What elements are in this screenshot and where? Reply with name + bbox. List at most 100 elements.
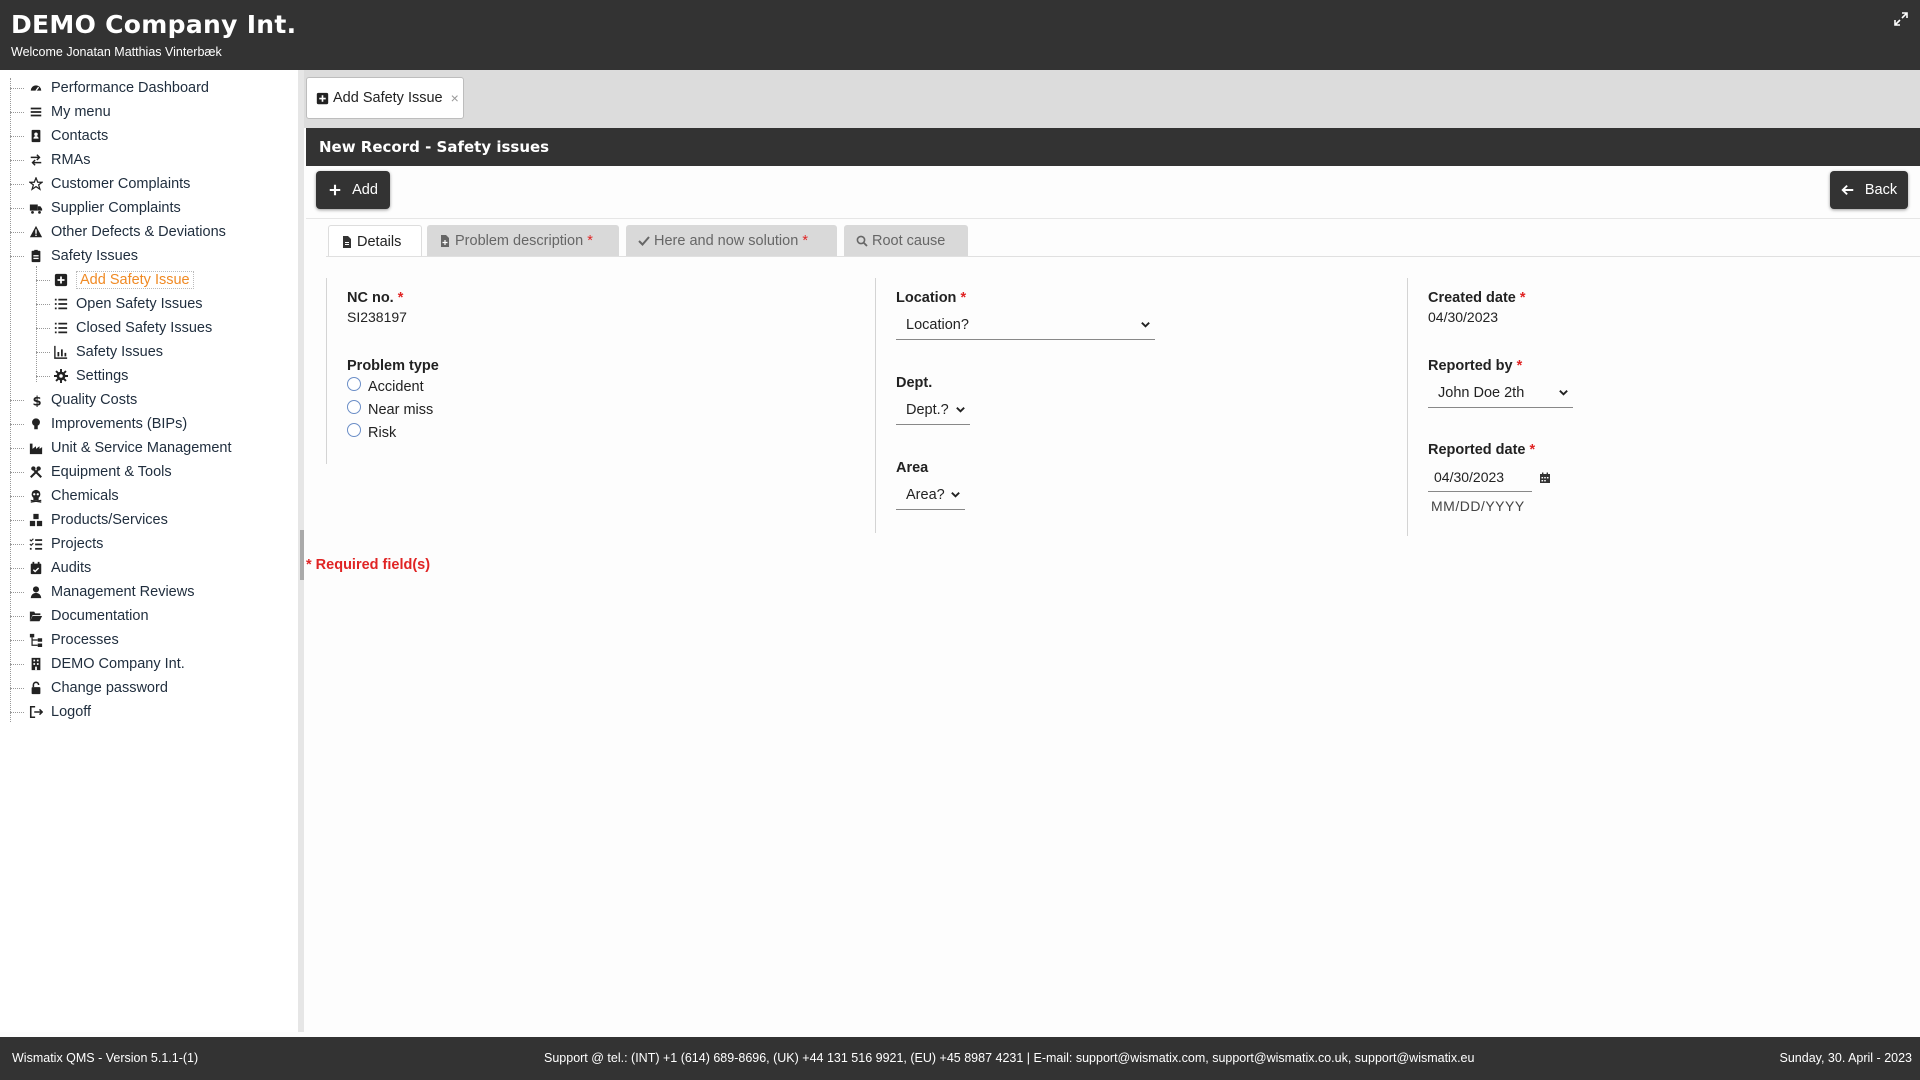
boxes-icon xyxy=(28,512,44,528)
arrow-left-icon xyxy=(1841,184,1854,196)
sidebar-item-label: DEMO Company Int. xyxy=(51,656,185,672)
sidebar-item-management-reviews[interactable]: Management Reviews xyxy=(28,581,194,603)
chevron-down-icon xyxy=(1141,322,1150,328)
tab-label: Details xyxy=(357,233,402,250)
chevron-down-icon xyxy=(1559,390,1568,396)
file-plus-icon xyxy=(441,235,449,247)
sidebar-item-demo-company[interactable]: DEMO Company Int. xyxy=(28,653,185,675)
building-icon xyxy=(28,656,44,672)
sidebar-item-projects[interactable]: Projects xyxy=(28,533,103,555)
back-button-label: Back xyxy=(1864,182,1898,198)
sidebar-item-chemicals[interactable]: Chemicals xyxy=(28,485,119,507)
sidebar-item-performance-dashboard[interactable]: Performance Dashboard xyxy=(28,77,209,99)
sidebar-item-quality-costs[interactable]: $ Quality Costs xyxy=(28,389,138,411)
welcome-text: Welcome Jonatan Matthias Vinterbæk xyxy=(11,45,222,59)
reported-by-select[interactable]: John Doe 2th xyxy=(1428,378,1573,408)
radio-circle[interactable] xyxy=(347,423,361,437)
sidebar-item-documentation[interactable]: Documentation xyxy=(28,605,149,627)
select-value: Dept.? xyxy=(906,401,949,418)
sidebar-item-closed-safety-issues[interactable]: Closed Safety Issues xyxy=(53,317,212,339)
sidebar-item-settings[interactable]: Settings xyxy=(53,365,128,387)
reported-date-input[interactable]: 04/30/2023 xyxy=(1428,462,1532,492)
expand-icon[interactable] xyxy=(1894,12,1908,26)
add-button-label: Add xyxy=(352,182,378,198)
select-value: John Doe 2th xyxy=(1438,384,1525,401)
factory-icon xyxy=(28,440,44,456)
radio-circle[interactable] xyxy=(347,400,361,414)
sidebar-item-label: Settings xyxy=(76,368,129,384)
sidebar-item-audits[interactable]: Audits xyxy=(28,557,91,579)
add-button[interactable]: Add xyxy=(316,171,390,209)
sidebar-item-label: Processes xyxy=(51,632,119,648)
sidebar-item-label: Audits xyxy=(51,560,92,576)
sidebar-item-label: Performance Dashboard xyxy=(51,80,209,96)
select-value: Area? xyxy=(906,486,945,503)
tab-add-safety-issue[interactable]: Add Safety Issue × xyxy=(306,77,464,119)
area-select[interactable]: Area? xyxy=(896,480,965,510)
sidebar-item-supplier-complaints[interactable]: Supplier Complaints xyxy=(28,197,181,219)
tab-details[interactable]: Details xyxy=(328,225,422,257)
sidebar-item-add-safety-issue[interactable]: Add Safety Issue xyxy=(53,269,194,291)
truck-icon xyxy=(28,200,44,216)
lightbulb-icon xyxy=(28,416,44,432)
radio-label: Risk xyxy=(368,425,397,441)
tab-root-cause[interactable]: Root cause xyxy=(844,225,968,257)
radio-label: Near miss xyxy=(368,402,434,418)
radio-accident[interactable]: Accident xyxy=(347,377,424,395)
calendar-icon[interactable] xyxy=(1539,472,1551,484)
column-divider xyxy=(1407,278,1408,536)
radio-circle[interactable] xyxy=(347,377,361,391)
radio-risk[interactable]: Risk xyxy=(347,423,397,441)
user-icon xyxy=(28,584,44,600)
sidebar-item-label: Safety Issues xyxy=(51,248,139,264)
sidebar-item-other-defects[interactable]: Other Defects & Deviations xyxy=(28,221,226,243)
sidebar-item-label: Supplier Complaints xyxy=(51,200,181,216)
sidebar-item-equipment-tools[interactable]: Equipment & Tools xyxy=(28,461,172,483)
record-header: New Record - Safety issues xyxy=(306,128,1920,166)
sidebar-item-unit-service-management[interactable]: Unit & Service Management xyxy=(28,437,232,459)
close-icon[interactable]: × xyxy=(451,90,459,106)
sidebar-item-processes[interactable]: Processes xyxy=(28,629,119,651)
chevron-down-icon xyxy=(951,492,960,498)
sidebar-item-customer-complaints[interactable]: Customer Complaints xyxy=(28,173,190,195)
sidebar-item-label: Products/Services xyxy=(51,512,168,528)
sidebar-item-contacts[interactable]: Contacts xyxy=(28,125,108,147)
sidebar-item-my-menu[interactable]: My menu xyxy=(28,101,111,123)
sidebar-item-label: Equipment & Tools xyxy=(51,464,172,480)
tab-problem-description[interactable]: Problem description * xyxy=(427,225,619,257)
star-icon xyxy=(28,176,44,192)
app-footer: Wismatix QMS - Version 5.1.1-(1) Support… xyxy=(0,1037,1920,1080)
record-toolbar xyxy=(306,166,1920,219)
sidebar-item-label: RMAs xyxy=(51,152,91,168)
sidebar-item-label: Chemicals xyxy=(51,488,119,504)
splitter-handle[interactable] xyxy=(300,530,304,580)
sidebar-item-label: Logoff xyxy=(51,704,92,720)
sidebar-item-safety-issues[interactable]: Safety Issues xyxy=(28,245,138,267)
dept-select[interactable]: Dept.? xyxy=(896,395,970,425)
nc-no-value: SI238197 xyxy=(347,309,407,325)
tab-label: Add Safety Issue xyxy=(333,90,443,106)
tab-here-and-now-solution[interactable]: Here and now solution * xyxy=(626,225,837,257)
chart-icon xyxy=(53,344,69,360)
created-date-label: Created date * xyxy=(1428,290,1526,306)
sidebar-item-label: Management Reviews xyxy=(51,584,195,600)
sidebar-item-improvements[interactable]: Improvements (BIPs) xyxy=(28,413,187,435)
sidebar-item-rmas[interactable]: RMAs xyxy=(28,149,90,171)
radio-near-miss[interactable]: Near miss xyxy=(347,400,434,418)
sidebar-item-open-safety-issues[interactable]: Open Safety Issues xyxy=(53,293,203,315)
search-icon xyxy=(856,235,868,247)
sidebar-item-products-services[interactable]: Products/Services xyxy=(28,509,168,531)
tab-label: Here and now solution xyxy=(654,233,799,249)
back-button[interactable]: Back xyxy=(1830,171,1908,209)
sidebar-item-logoff[interactable]: Logoff xyxy=(28,701,91,723)
column-divider xyxy=(875,278,876,533)
skull-icon xyxy=(28,488,44,504)
tools-icon xyxy=(28,464,44,480)
sidebar-item-label: Other Defects & Deviations xyxy=(51,224,226,240)
sidebar-item-safety-issues-chart[interactable]: Safety Issues xyxy=(53,341,163,363)
sidebar-item-change-password[interactable]: Change password xyxy=(28,677,168,699)
app-header: DEMO Company Int. Welcome Jonatan Matthi… xyxy=(0,0,1920,70)
location-select[interactable]: Location? xyxy=(896,310,1155,340)
sidebar-item-label: Quality Costs xyxy=(51,392,138,408)
footer-date: Sunday, 30. April - 2023 xyxy=(1779,1051,1913,1065)
